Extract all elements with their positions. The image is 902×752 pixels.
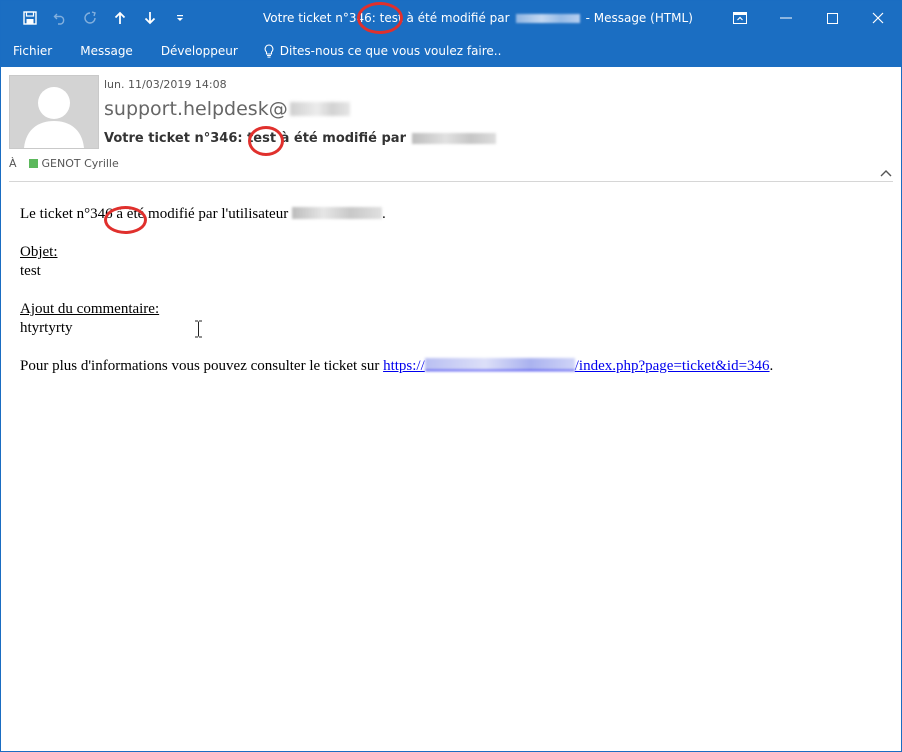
text-cursor-icon xyxy=(195,320,202,338)
redacted-name xyxy=(515,13,580,23)
redacted-user xyxy=(291,207,382,219)
subject-text: Votre ticket n°346: test à été modifié p… xyxy=(104,131,406,146)
link-end: /index.php?page=ticket&id=346 xyxy=(574,358,770,374)
minimize-icon[interactable] xyxy=(763,1,809,35)
tell-me-label: Dites-nous ce que vous voulez faire.. xyxy=(279,44,502,58)
recipient-row: À GENOT Cyrille xyxy=(9,157,119,170)
message-header: lun. 11/03/2019 14:08 support.helpdesk@ … xyxy=(9,75,893,182)
objet-value: test xyxy=(20,263,41,279)
lightbulb-icon xyxy=(264,44,274,58)
window-title-suffix: - Message (HTML) xyxy=(585,11,693,25)
avatar xyxy=(9,75,99,149)
info-period: . xyxy=(769,358,774,374)
save-icon[interactable] xyxy=(15,1,45,35)
presence-indicator-icon xyxy=(28,159,38,168)
body-period: . xyxy=(381,206,386,222)
outlook-message-window: Votre ticket n°346: test à été modifié p… xyxy=(0,0,902,752)
ticket-link[interactable]: https:// /index.php?page=ticket&id=346 xyxy=(383,358,770,374)
link-start: https:// xyxy=(383,358,425,374)
message-subject: Votre ticket n°346: test à été modifié p… xyxy=(104,131,496,146)
down-arrow-icon[interactable] xyxy=(135,1,165,35)
quick-access-toolbar xyxy=(1,1,195,35)
up-arrow-icon[interactable] xyxy=(105,1,135,35)
window-title: Votre ticket n°346: test à été modifié p… xyxy=(263,1,693,35)
objet-label: Objet: xyxy=(20,244,58,260)
tell-me-search[interactable]: Dites-nous ce que vous voulez faire.. xyxy=(252,44,502,58)
customize-icon[interactable] xyxy=(165,1,195,35)
redacted-name xyxy=(411,133,496,144)
window-title-text: Votre ticket n°346: test à été modifié p… xyxy=(263,11,510,25)
comment-value: htyrtyrty xyxy=(20,320,73,336)
ribbon-tabs: Fichier Message Développeur Dites-nous c… xyxy=(1,35,901,67)
collapse-header-chevron-up-icon[interactable] xyxy=(879,163,893,177)
window-controls xyxy=(717,1,901,35)
tab-fichier[interactable]: Fichier xyxy=(1,35,66,67)
redacted-host xyxy=(424,358,575,371)
comment-label: Ajout du commentaire: xyxy=(20,301,160,317)
sender-address[interactable]: support.helpdesk@ xyxy=(104,98,350,120)
title-bar: Votre ticket n°346: test à été modifié p… xyxy=(1,1,901,35)
body-line-info: Pour plus d'informations vous pouvez con… xyxy=(20,357,880,376)
ribbon-display-options-icon[interactable] xyxy=(717,1,763,35)
undo-icon[interactable] xyxy=(45,1,75,35)
redo-icon[interactable] xyxy=(75,1,105,35)
message-body: Le ticket n°346 à été modifié par l'util… xyxy=(20,205,880,376)
tab-message[interactable]: Message xyxy=(66,35,147,67)
to-label: À xyxy=(9,157,17,170)
close-icon[interactable] xyxy=(855,1,901,35)
tab-developpeur[interactable]: Développeur xyxy=(147,35,252,67)
recipient-name[interactable]: GENOT Cyrille xyxy=(42,157,119,170)
body-line-ticket: Le ticket n°346 à été modifié par l'util… xyxy=(20,205,880,224)
redacted-domain xyxy=(289,102,350,116)
sender-text: support.helpdesk@ xyxy=(104,98,288,120)
info-text: Pour plus d'informations vous pouvez con… xyxy=(20,358,380,374)
message-date: lun. 11/03/2019 14:08 xyxy=(104,78,227,91)
maximize-icon[interactable] xyxy=(809,1,855,35)
body-ticket-text: Le ticket n°346 à été modifié par l'util… xyxy=(20,206,289,222)
